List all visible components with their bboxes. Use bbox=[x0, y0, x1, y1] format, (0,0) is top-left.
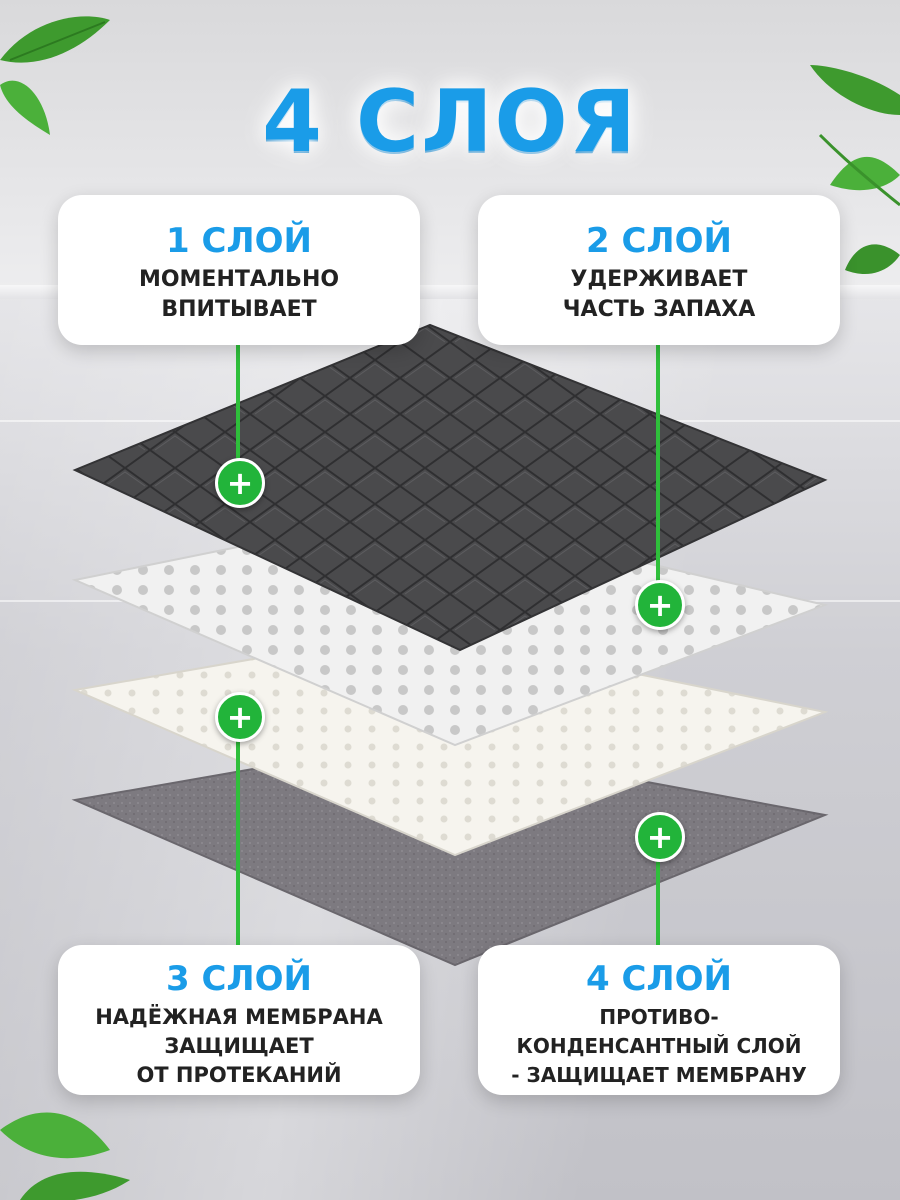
layer-3-description: НАДЁЖНАЯ МЕМБРАНА ЗАЩИЩАЕТ ОТ ПРОТЕКАНИЙ bbox=[95, 1005, 383, 1087]
plus-icon-layer-4: + bbox=[635, 812, 685, 862]
layer-4-card: 4 СЛОЙ ПРОТИВО- КОНДЕНСАНТНЫЙ СЛОЙ - ЗАЩ… bbox=[478, 945, 840, 1095]
layer-2-card: 2 СЛОЙ УДЕРЖИВАЕТ ЧАСТЬ ЗАПАХА bbox=[478, 195, 840, 345]
layer-3-card: 3 СЛОЙ НАДЁЖНАЯ МЕМБРАНА ЗАЩИЩАЕТ ОТ ПРО… bbox=[58, 945, 420, 1095]
layer-1-heading: 1 СЛОЙ bbox=[165, 221, 313, 261]
page-title: 4 СЛОЯ bbox=[262, 72, 638, 172]
connector-line-3 bbox=[236, 715, 240, 945]
layer-1-description: МОМЕНТАЛЬНО ВПИТЫВАЕТ bbox=[138, 267, 340, 322]
layer-4-description: ПРОТИВО- КОНДЕНСАНТНЫЙ СЛОЙ - ЗАЩИЩАЕТ М… bbox=[511, 1005, 807, 1087]
plus-icon-layer-1: + bbox=[215, 458, 265, 508]
layer-3-heading: 3 СЛОЙ bbox=[165, 959, 313, 999]
layer-2-heading: 2 СЛОЙ bbox=[585, 221, 733, 261]
layer-2-description: УДЕРЖИВАЕТ ЧАСТЬ ЗАПАХА bbox=[562, 267, 756, 322]
plus-icon-layer-2: + bbox=[635, 580, 685, 630]
plus-icon-layer-3: + bbox=[215, 692, 265, 742]
connector-line-2 bbox=[656, 345, 660, 600]
layer-4-heading: 4 СЛОЙ bbox=[585, 959, 733, 999]
layer-1-card: 1 СЛОЙ МОМЕНТАЛЬНО ВПИТЫВАЕТ bbox=[58, 195, 420, 345]
